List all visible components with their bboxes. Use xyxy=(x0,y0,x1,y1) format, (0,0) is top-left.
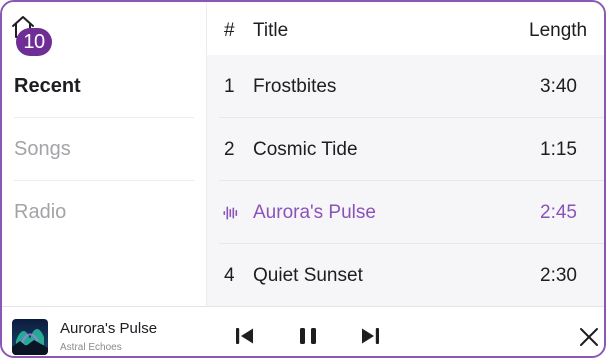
column-header-number[interactable]: # xyxy=(224,2,235,55)
sidebar-item-radio[interactable]: Radio xyxy=(14,181,194,244)
equalizer-icon xyxy=(223,206,238,220)
notification-badge: 10 xyxy=(16,28,52,56)
column-header-length[interactable]: Length xyxy=(529,2,587,55)
next-button[interactable] xyxy=(358,324,382,348)
table-row[interactable]: 2 Cosmic Tide 1:15 xyxy=(219,118,604,181)
album-art[interactable] xyxy=(12,319,48,355)
now-playing-title: Aurora's Pulse xyxy=(60,320,158,337)
track-length: 3:40 xyxy=(540,76,577,97)
track-title: Quiet Sunset xyxy=(253,265,363,286)
app-window: 10 Recent Songs Radio # Title Length 1 F… xyxy=(0,0,606,358)
sidebar: 10 Recent Songs Radio xyxy=(2,2,206,306)
track-number: 2 xyxy=(224,139,235,160)
album-art-image xyxy=(12,319,48,355)
player-bar: Aurora's Pulse Astral Echoes xyxy=(2,306,604,356)
track-length: 2:30 xyxy=(540,265,577,286)
track-title: Aurora's Pulse xyxy=(253,202,376,223)
table-row[interactable]: 4 Quiet Sunset 2:30 xyxy=(219,244,604,307)
table-row-now-playing[interactable]: Aurora's Pulse 2:45 xyxy=(219,181,604,244)
close-icon xyxy=(580,328,598,346)
skip-previous-icon xyxy=(236,328,253,344)
table-header: # Title Length xyxy=(207,2,604,55)
now-playing-artist: Astral Echoes xyxy=(60,342,122,353)
sidebar-item-songs[interactable]: Songs xyxy=(14,118,194,181)
sidebar-item-recent[interactable]: Recent xyxy=(14,55,194,118)
table-row[interactable]: 1 Frostbites 3:40 xyxy=(219,55,604,118)
home-button[interactable]: 10 xyxy=(10,14,56,58)
pause-icon xyxy=(300,328,316,344)
track-title: Frostbites xyxy=(253,76,337,97)
close-button[interactable] xyxy=(578,326,600,348)
track-number: 1 xyxy=(224,76,235,97)
column-header-title[interactable]: Title xyxy=(253,2,288,55)
track-number: 4 xyxy=(224,265,235,286)
previous-button[interactable] xyxy=(233,324,257,348)
skip-next-icon xyxy=(362,328,379,344)
track-title: Cosmic Tide xyxy=(253,139,358,160)
track-length: 2:45 xyxy=(540,202,577,223)
track-table: # Title Length 1 Frostbites 3:40 2 Cosmi… xyxy=(207,2,604,307)
pause-button[interactable] xyxy=(296,324,320,348)
track-length: 1:15 xyxy=(540,139,577,160)
